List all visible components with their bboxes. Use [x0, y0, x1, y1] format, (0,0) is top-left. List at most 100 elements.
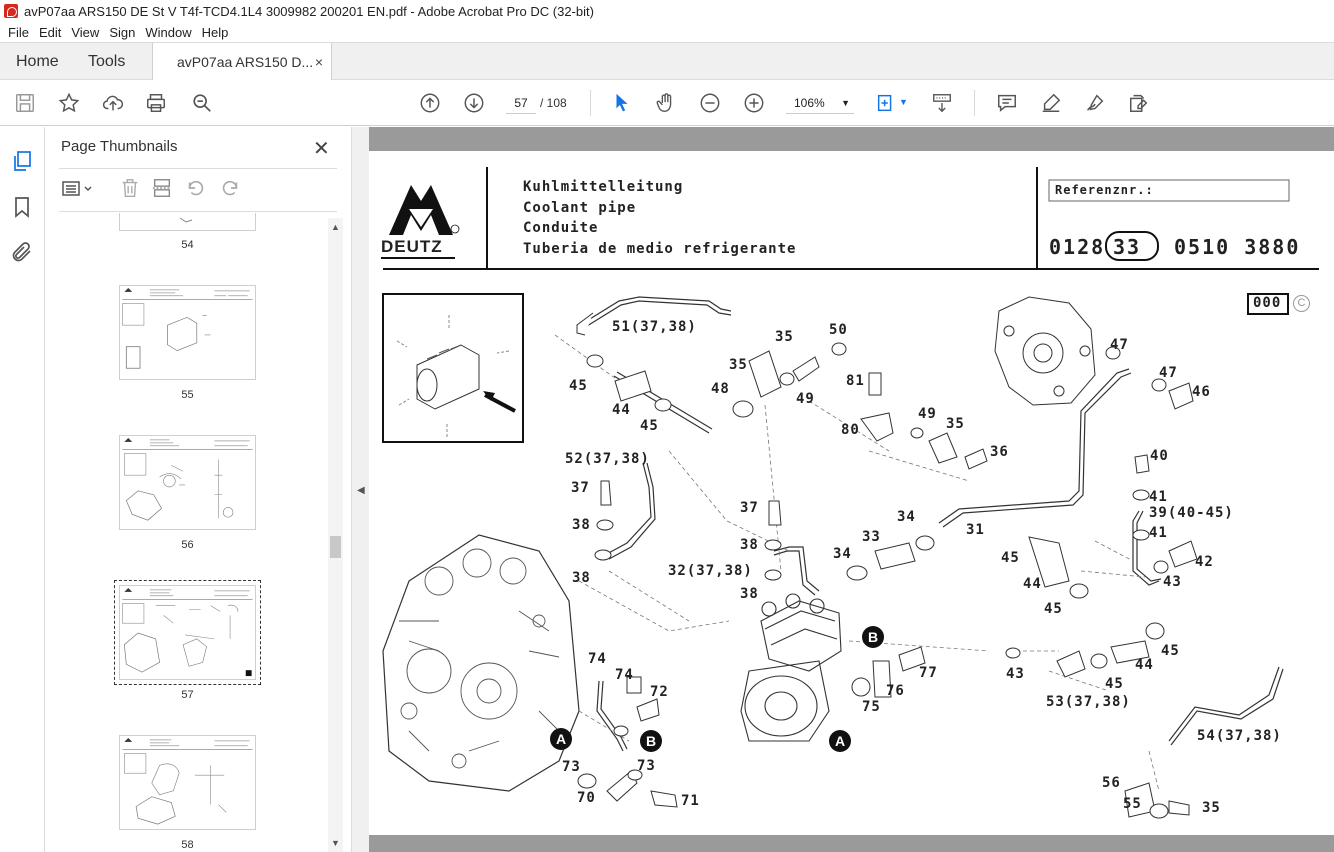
page-thumbnail[interactable]: [119, 735, 256, 830]
scroll-up-icon[interactable]: ▲: [331, 222, 340, 232]
zoom-in-icon[interactable]: [742, 91, 766, 115]
panel-divider: [59, 211, 337, 212]
thumbnail-scrollbar[interactable]: ▲ ▼: [328, 218, 343, 852]
thumbnail-page-number: 55: [181, 389, 194, 401]
part-label: 73: [562, 759, 581, 775]
upload-cloud-icon[interactable]: [101, 91, 125, 115]
part-label: 81: [846, 373, 865, 389]
part-label: 77: [919, 665, 938, 681]
part-label: 49: [918, 406, 937, 422]
hand-tool-icon[interactable]: [654, 91, 678, 115]
print-icon[interactable]: [144, 91, 168, 115]
part-label: 35: [1202, 800, 1221, 816]
thumbnail-page-number: 56: [181, 539, 194, 551]
part-label: 74: [615, 667, 634, 683]
menu-view[interactable]: View: [71, 25, 99, 40]
part-label: 45: [640, 418, 659, 434]
tab-tools[interactable]: Tools: [88, 43, 125, 80]
part-label: 35: [775, 329, 794, 345]
acrobat-pdf-icon: [4, 4, 18, 18]
part-label: 56: [1102, 775, 1121, 791]
bookmarks-icon[interactable]: [10, 195, 34, 219]
part-label: 53(37,38): [1046, 694, 1131, 710]
menu-sign[interactable]: Sign: [109, 25, 135, 40]
callout-a: A: [550, 728, 572, 750]
menu-window[interactable]: Window: [145, 25, 191, 40]
tab-bar: Home Tools avP07aa ARS150 D... ×: [0, 42, 1334, 81]
chevron-down-icon: ▼: [841, 98, 850, 108]
draw-signature-icon[interactable]: [1083, 91, 1107, 115]
part-label: 32(37,38): [668, 563, 753, 579]
scrollbar-thumb[interactable]: [330, 536, 341, 558]
tab-document[interactable]: avP07aa ARS150 D... ×: [152, 43, 332, 81]
scrolling-mode-icon[interactable]: [930, 91, 954, 115]
page-total-label: / 108: [540, 96, 567, 110]
title-bar: avP07aa ARS150 DE St V T4f-TCD4.1L4 3009…: [0, 0, 1334, 22]
part-label: 44: [1023, 576, 1042, 592]
left-navigation-rail: [0, 127, 45, 852]
zoom-search-icon[interactable]: [190, 91, 214, 115]
page-thumbnails-icon[interactable]: [10, 149, 34, 173]
part-label: 37: [740, 500, 759, 516]
part-label: 75: [862, 699, 881, 715]
document-view[interactable]: DEUTZ Kuhlmittelleitung Coolant pipe Con…: [369, 127, 1334, 852]
part-label: 37: [571, 480, 590, 496]
attachments-paperclip-icon[interactable]: [10, 240, 34, 264]
thumbnail-toolbar: [59, 177, 339, 203]
fit-dropdown-chevron-icon[interactable]: ▼: [899, 97, 908, 107]
panel-collapse-handle[interactable]: ◀: [351, 127, 369, 852]
options-menu-icon[interactable]: [61, 177, 95, 201]
menu-edit[interactable]: Edit: [39, 25, 61, 40]
part-label: 38: [572, 517, 591, 533]
part-label: 38: [740, 537, 759, 553]
part-label: 71: [681, 793, 700, 809]
rotate-left-icon[interactable]: [185, 177, 207, 201]
part-label: 70: [577, 790, 596, 806]
edit-stamp-icon[interactable]: [1127, 91, 1151, 115]
page-thumbnail[interactable]: [119, 435, 256, 530]
part-label: 36: [990, 444, 1009, 460]
page-thumbnail[interactable]: [119, 285, 256, 380]
tab-home[interactable]: Home: [16, 43, 59, 80]
zoom-out-icon[interactable]: [698, 91, 722, 115]
thumbnail-page-number: 54: [181, 239, 194, 251]
part-label: 43: [1006, 666, 1025, 682]
part-label: 80: [841, 422, 860, 438]
rotate-right-icon[interactable]: [219, 177, 241, 201]
delete-trash-icon[interactable]: [119, 177, 141, 201]
tab-document-label: avP07aa ARS150 D...: [177, 54, 314, 70]
menu-file[interactable]: File: [8, 25, 29, 40]
callout-a: A: [829, 730, 851, 752]
save-icon[interactable]: [13, 91, 37, 115]
bookmark-star-icon[interactable]: [57, 91, 81, 115]
fit-page-icon[interactable]: [874, 91, 898, 115]
pdf-page: DEUTZ Kuhlmittelleitung Coolant pipe Con…: [369, 151, 1334, 835]
close-icon[interactable]: ✕: [313, 136, 330, 161]
page-thumbnail[interactable]: [119, 213, 256, 231]
menu-help[interactable]: Help: [202, 25, 229, 40]
callout-b: B: [862, 626, 884, 648]
part-label: 34: [897, 509, 916, 525]
comment-icon[interactable]: [995, 91, 1019, 115]
collapse-arrow-icon[interactable]: ◀: [357, 485, 365, 496]
part-label: 42: [1195, 554, 1214, 570]
part-label: 31: [966, 522, 985, 538]
part-label: 41: [1149, 525, 1168, 541]
page-number-input[interactable]: 57: [506, 92, 536, 114]
next-page-icon[interactable]: [462, 91, 486, 115]
page-thumbnail-selected[interactable]: [114, 580, 261, 685]
select-cursor-icon[interactable]: [610, 91, 634, 115]
extract-pages-icon[interactable]: [151, 177, 173, 201]
scroll-down-icon[interactable]: ▼: [331, 838, 340, 848]
tab-close-icon[interactable]: ×: [315, 54, 323, 70]
part-label: 47: [1110, 337, 1129, 353]
panel-divider: [59, 168, 337, 169]
part-label: 47: [1159, 365, 1178, 381]
zoom-level-select[interactable]: 106% ▼: [786, 92, 854, 114]
highlight-pen-icon[interactable]: [1039, 91, 1063, 115]
part-label: 46: [1192, 384, 1211, 400]
part-label: 55: [1123, 796, 1142, 812]
previous-page-icon[interactable]: [418, 91, 442, 115]
panel-title: Page Thumbnails: [61, 138, 178, 155]
part-label: 50: [829, 322, 848, 338]
